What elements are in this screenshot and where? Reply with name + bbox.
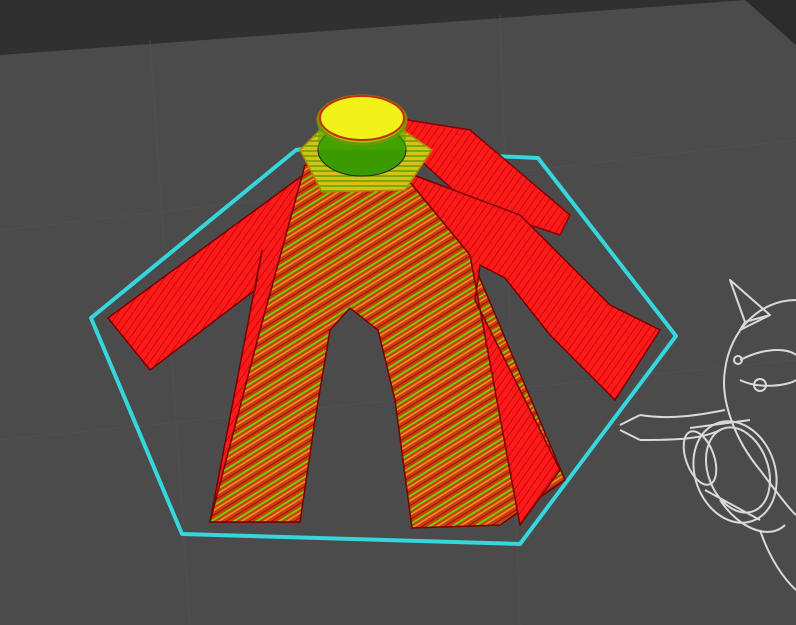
nut-cap-top xyxy=(319,95,405,141)
3d-viewport[interactable] xyxy=(0,0,796,625)
scene-canvas[interactable] xyxy=(0,0,796,625)
